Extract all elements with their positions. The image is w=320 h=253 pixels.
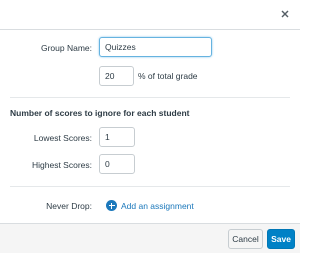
plus-circle-icon	[106, 200, 117, 211]
dialog-footer: Cancel Save	[0, 223, 300, 253]
assignment-group-dialog: Group Name: % of total grade Number of s…	[0, 0, 300, 253]
highest-scores-label: Highest Scores:	[32, 160, 92, 170]
highest-scores-input[interactable]	[99, 154, 135, 174]
divider	[10, 186, 290, 187]
group-name-label: Group Name:	[40, 43, 92, 53]
drop-rules-title: Number of scores to ignore for each stud…	[10, 108, 190, 118]
save-button[interactable]: Save	[267, 229, 295, 249]
never-drop-label: Never Drop:	[46, 201, 92, 211]
add-assignment-text: Add an assignment	[121, 200, 194, 211]
divider	[10, 97, 290, 98]
add-assignment-link[interactable]: Add an assignment	[106, 200, 194, 211]
weight-input[interactable]	[99, 66, 134, 86]
cancel-button[interactable]: Cancel	[228, 229, 263, 249]
weight-suffix: % of total grade	[138, 71, 198, 81]
close-button[interactable]	[278, 7, 292, 21]
close-icon	[281, 10, 289, 18]
dialog-header	[0, 0, 300, 30]
group-name-input[interactable]	[99, 37, 212, 57]
lowest-scores-label: Lowest Scores:	[33, 133, 92, 143]
lowest-scores-input[interactable]	[99, 127, 135, 147]
